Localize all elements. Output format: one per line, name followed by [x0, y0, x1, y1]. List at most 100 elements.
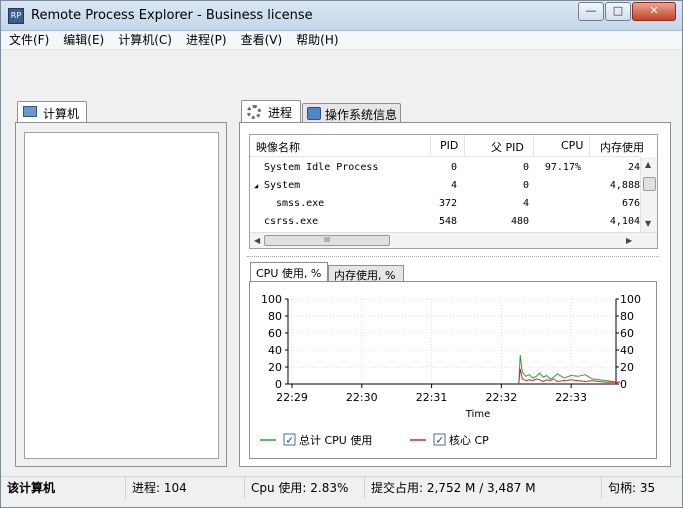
x-tick-label: 22:32	[486, 391, 518, 404]
legend-label: 总计 CPU 使用	[299, 433, 372, 447]
column-header-memory[interactable]: 内存使用	[600, 139, 644, 155]
horizontal-scroll-thumb[interactable]: III	[264, 235, 390, 246]
process-pid: 372	[438, 198, 457, 209]
app-icon: RP	[8, 8, 24, 24]
column-header-cpu[interactable]: CPU	[561, 139, 583, 152]
table-header: 映像名称 PID 父 PID CPU 内存使用	[250, 135, 644, 157]
process-memory: 4,104	[609, 216, 640, 227]
y-tick-label-left: 20	[268, 361, 282, 374]
table-row[interactable]: System Idle Process 0 0 97.17% 24	[250, 159, 640, 177]
process-pid: 548	[438, 216, 457, 227]
window-controls: — □ ✕	[577, 2, 676, 21]
table-row[interactable]: smss.exe 372 4 676	[250, 195, 640, 213]
process-name: System Idle Process	[264, 162, 379, 173]
vertical-scroll-thumb[interactable]	[643, 177, 656, 191]
process-name: csrss.exe	[264, 216, 319, 227]
tab-cpu-usage-label: CPU 使用, %	[256, 267, 322, 280]
title-bar[interactable]: RP Remote Process Explorer - Business li…	[1, 1, 682, 31]
y-tick-label-right: 40	[620, 344, 634, 357]
x-tick-label: 22:29	[276, 391, 308, 404]
status-bar: 该计算机 进程: 104 Cpu 使用: 2.83% 提交占用: 2,752 M…	[1, 476, 682, 499]
scroll-down-icon[interactable]: ▼	[645, 219, 651, 228]
gear-icon	[247, 105, 261, 119]
y-tick-label-left: 60	[268, 327, 282, 340]
computer-icon	[23, 106, 37, 117]
process-name: System	[264, 180, 301, 191]
y-tick-label-right: 80	[620, 310, 634, 323]
y-tick-label-left: 0	[275, 378, 282, 391]
process-pid: 4	[450, 180, 457, 191]
horizontal-scrollbar[interactable]: ◀ III ▶	[250, 232, 657, 248]
tab-computer-label: 计算机	[43, 107, 80, 121]
tab-os-info[interactable]: 操作系统信息	[302, 103, 401, 123]
checkmark-icon: ✓	[286, 436, 294, 447]
tab-cpu-usage[interactable]: CPU 使用, %	[250, 262, 328, 282]
menu-bar: 文件(F) 编辑(E) 计算机(C) 进程(P) 查看(V) 帮助(H)	[1, 32, 682, 50]
menu-file[interactable]: 文件(F)	[9, 32, 49, 49]
tab-os-info-label: 操作系统信息	[325, 108, 398, 122]
y-tick-label-left: 40	[268, 344, 282, 357]
panel-splitter[interactable]	[247, 256, 659, 257]
x-axis-label: Time	[465, 409, 490, 420]
close-button[interactable]: ✕	[632, 2, 676, 21]
menu-edit[interactable]: 编辑(E)	[63, 32, 104, 49]
table-row[interactable]: ◢ System 4 0 4,888	[250, 177, 640, 195]
status-processes: 进程: 104	[125, 477, 244, 499]
scroll-up-icon[interactable]: ▲	[645, 160, 651, 169]
column-divider[interactable]	[430, 135, 431, 157]
process-cpu: 97.17%	[544, 162, 581, 173]
column-header-pid[interactable]: PID	[440, 139, 458, 152]
menu-computer[interactable]: 计算机(C)	[118, 32, 172, 49]
menu-help[interactable]: 帮助(H)	[296, 32, 338, 49]
tab-memory-usage[interactable]: 内存使用, %	[328, 265, 404, 282]
window-title: Remote Process Explorer - Business licen…	[31, 8, 313, 23]
process-memory: 676	[621, 198, 640, 209]
vertical-scrollbar[interactable]: ▲ ▼	[640, 157, 657, 232]
checkmark-icon: ✓	[436, 436, 444, 447]
tab-processes[interactable]: 进程	[241, 100, 301, 123]
scroll-right-icon[interactable]: ▶	[626, 236, 632, 245]
y-tick-label-right: 100	[620, 293, 641, 306]
maximize-button[interactable]: □	[605, 2, 631, 21]
minimize-button[interactable]: —	[578, 2, 604, 21]
column-divider[interactable]	[464, 135, 465, 157]
process-ppid: 0	[522, 162, 529, 173]
cpu-chart-svg: 0 0 20 20 40 40 60 60 80 80 100 100 22:29 22:30 22:31 2…	[260, 293, 641, 447]
status-computer: 该计算机	[7, 481, 56, 495]
column-divider[interactable]	[533, 135, 534, 157]
computer-panel	[15, 122, 227, 467]
process-memory: 4,888	[609, 180, 640, 191]
process-name: smss.exe	[276, 198, 325, 209]
y-tick-label-left: 80	[268, 310, 282, 323]
status-handles: 句柄: 35	[601, 477, 682, 499]
app-window: RP Remote Process Explorer - Business li…	[0, 0, 683, 508]
y-tick-label-right: 60	[620, 327, 634, 340]
tab-computer[interactable]: 计算机	[17, 101, 87, 123]
computer-list[interactable]	[24, 132, 219, 459]
process-table[interactable]: 映像名称 PID 父 PID CPU 内存使用 System Idle Proc…	[249, 134, 658, 249]
x-tick-label: 22:30	[346, 391, 378, 404]
x-tick-label: 22:33	[555, 391, 587, 404]
process-ppid: 480	[510, 216, 529, 227]
column-divider[interactable]	[589, 135, 590, 157]
status-commit: 提交占用: 2,752 M / 3,487 M	[364, 477, 601, 499]
menu-process[interactable]: 进程(P)	[186, 32, 227, 49]
process-memory: 24	[627, 162, 640, 173]
tab-processes-label: 进程	[268, 106, 293, 120]
y-tick-label-left: 100	[261, 293, 282, 306]
y-tick-label-right: 0	[620, 378, 627, 391]
x-tick-label: 22:31	[416, 391, 448, 404]
menu-view[interactable]: 查看(V)	[241, 32, 283, 49]
table-row[interactable]: csrss.exe 548 480 4,104	[250, 213, 640, 231]
status-cpu: Cpu 使用: 2.83%	[244, 477, 364, 499]
expand-icon[interactable]: ◢	[254, 182, 258, 190]
scroll-left-icon[interactable]: ◀	[254, 236, 260, 245]
legend-label: 核心 CP	[449, 433, 489, 447]
info-icon	[307, 107, 321, 120]
cpu-chart: 0 0 20 20 40 40 60 60 80 80 100 100 22:29 22:30 22:31 2…	[249, 281, 657, 459]
process-ppid: 4	[522, 198, 529, 209]
y-tick-label-right: 20	[620, 361, 634, 374]
column-header-name[interactable]: 映像名称	[256, 139, 300, 155]
process-pid: 0	[450, 162, 457, 173]
column-header-ppid[interactable]: 父 PID	[491, 139, 524, 155]
